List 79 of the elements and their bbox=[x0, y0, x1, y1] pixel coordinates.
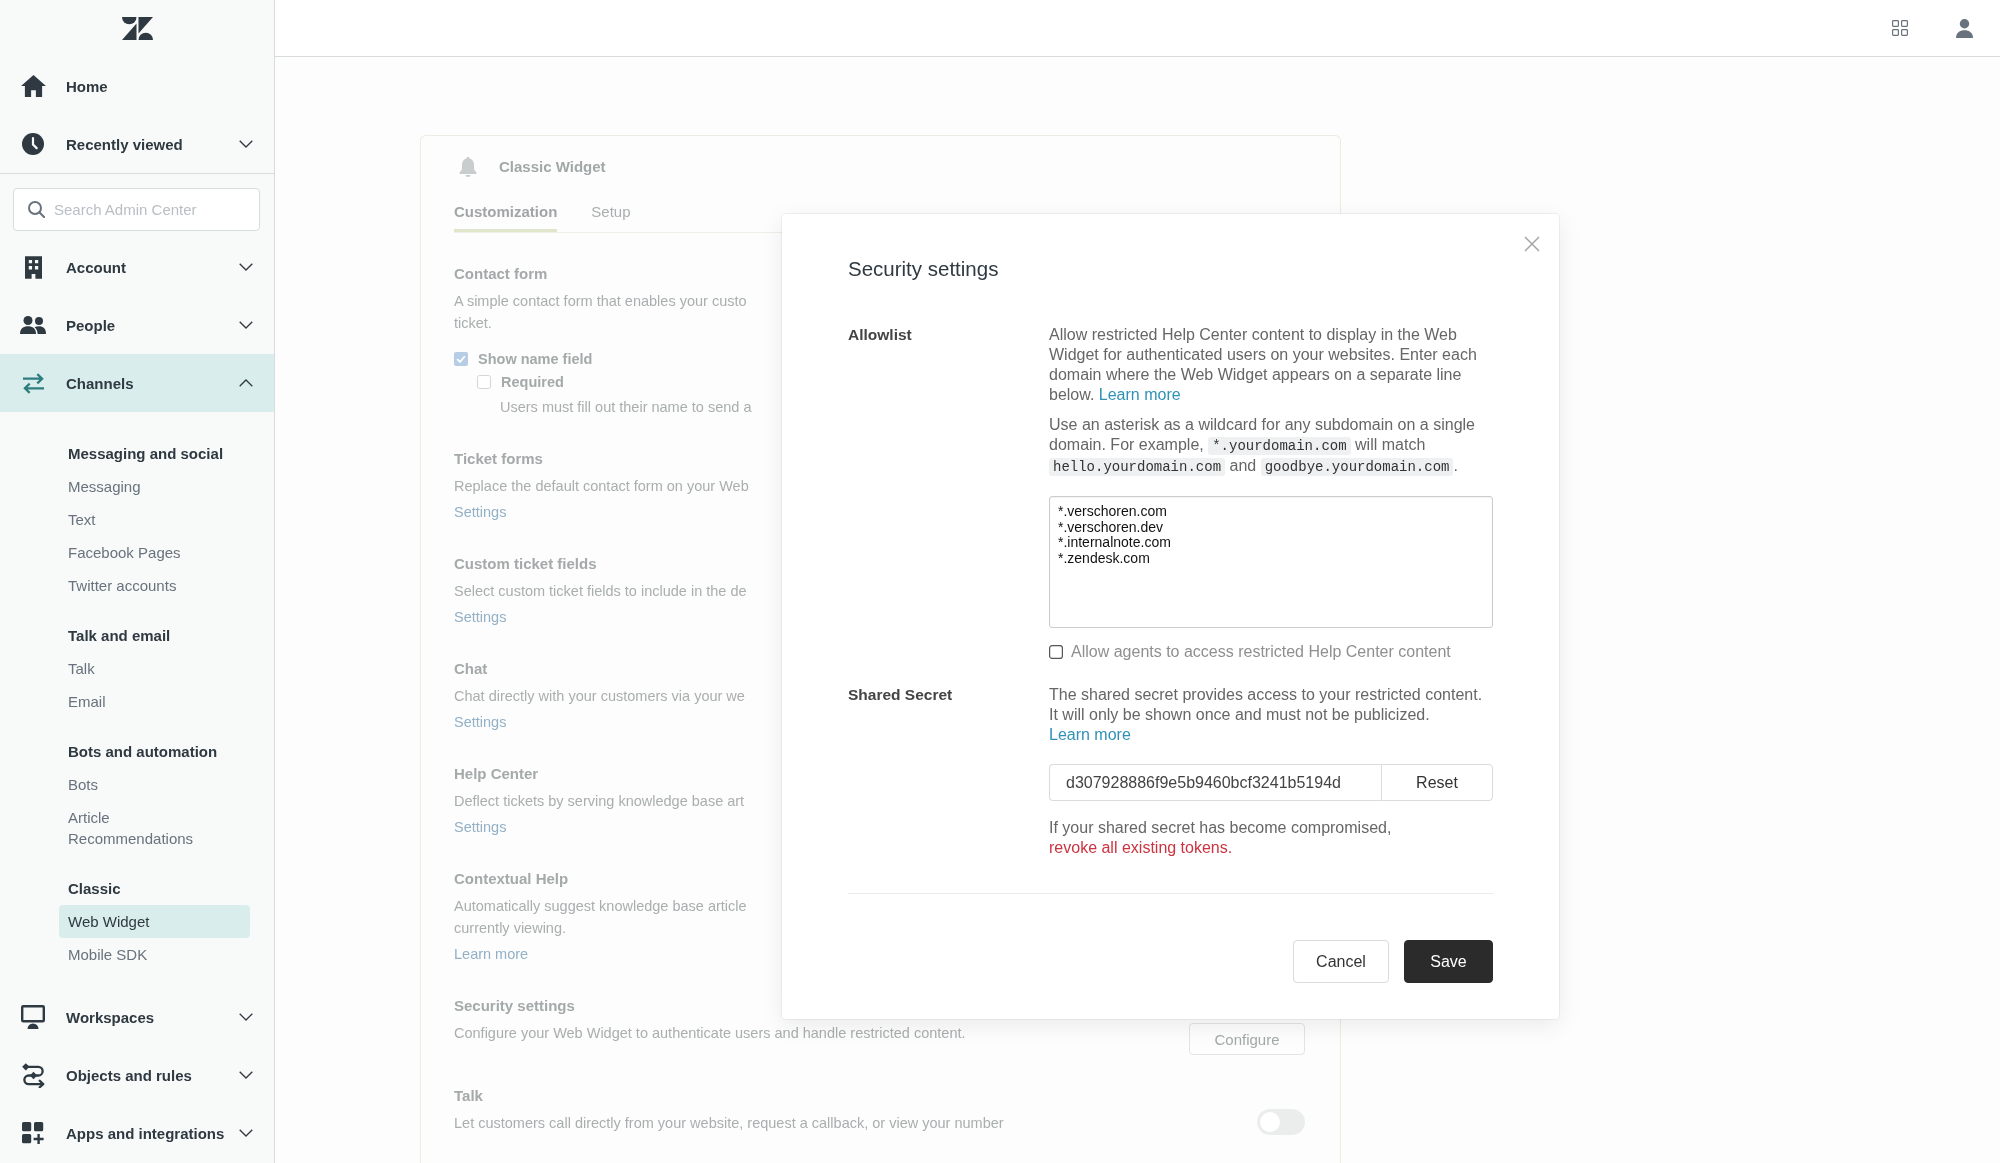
warning-text: If your shared secret has become compromised, revoke all existing tokens. bbox=[1049, 818, 1393, 858]
nav-item[interactable]: Recently viewed bbox=[0, 115, 274, 173]
cancel-button[interactable]: Cancel bbox=[1293, 940, 1389, 983]
nav-group-title: Talk and email bbox=[67, 626, 172, 646]
section-label: Shared Secret bbox=[848, 685, 953, 705]
arrows-icon bbox=[21, 372, 45, 394]
nav-subitem[interactable]: Email bbox=[59, 685, 250, 718]
section-title: Contact form bbox=[454, 264, 549, 284]
people-icon bbox=[20, 316, 46, 334]
reset-button[interactable]: Reset bbox=[1381, 764, 1493, 801]
help-text: Use an asterisk as a wildcard for any subdomain on a single domain. For example, *.yourdomain.com will match hello.yourdomain.com and goodbye.yourdomain.com . bbox=[1049, 415, 1476, 477]
checked-checkbox[interactable] bbox=[454, 352, 468, 366]
section-title: Custom ticket fields bbox=[454, 554, 598, 574]
help-text: Allow restricted Help Center content to display in the Web Widget for authenticated users on your websites. Enter each domain where the Web Widget appears on a separate line below. Learn more bbox=[1049, 325, 1478, 405]
section-title: Talk bbox=[454, 1086, 484, 1106]
secret-field[interactable]: d307928886f9e5b9460bcf3241b5194d bbox=[1049, 764, 1381, 801]
nav-item[interactable]: Apps and integrations bbox=[0, 1104, 274, 1162]
nav-subitem[interactable]: Bots bbox=[59, 768, 250, 801]
search-field[interactable]: Search Admin Center bbox=[13, 188, 260, 231]
section-description: Automatically suggest knowledge base article bbox=[454, 897, 747, 916]
section-description: Replace the default contact form on your Web bbox=[454, 477, 749, 496]
nav-item[interactable]: Account bbox=[0, 238, 274, 296]
nav-subitem[interactable]: Article Recommendations bbox=[59, 801, 250, 855]
nav-item[interactable]: Workspaces bbox=[0, 988, 274, 1046]
nav-group-title: Messaging and social bbox=[67, 444, 225, 464]
hint-text: Users must fill out their name to send a bbox=[499, 398, 752, 417]
section-description: ticket. bbox=[454, 314, 493, 333]
nav-item[interactable]: Channels bbox=[0, 354, 274, 412]
section-description: A simple contact form that enables your custo bbox=[454, 292, 748, 311]
close-button[interactable] bbox=[1524, 236, 1540, 252]
section-description: Select custom ticket fields to include in the de bbox=[454, 582, 747, 601]
checkbox[interactable] bbox=[1049, 645, 1063, 659]
clock-icon bbox=[22, 133, 44, 155]
grid-icon[interactable] bbox=[1892, 20, 1908, 36]
section-description: Configure your Web Widget to authenticate users and handle restricted content. bbox=[454, 1024, 966, 1043]
section-description: Chat directly with your customers via your we bbox=[454, 687, 745, 706]
nav-group-title: Classic bbox=[67, 879, 122, 899]
logo-icon[interactable] bbox=[121, 17, 153, 40]
nav-subitem[interactable]: Web Widget bbox=[59, 905, 250, 938]
revoke-tokens-link[interactable]: revoke all existing tokens. bbox=[1049, 839, 1233, 856]
domains-field[interactable]: *.verschoren.com *.verschoren.dev *.internalnote.com *.zendesk.com bbox=[1049, 496, 1493, 628]
section-description: Deflect tickets by serving knowledge base art bbox=[454, 792, 745, 811]
section-title: Chat bbox=[454, 659, 489, 679]
checkbox-label: Required bbox=[501, 373, 564, 392]
section-description: Let customers call directly from your website, request a callback, or view your number bbox=[454, 1114, 1004, 1133]
nav-subitem[interactable]: Mobile SDK bbox=[59, 938, 250, 971]
search-icon bbox=[28, 201, 45, 218]
nav-subitem[interactable]: Twitter accounts bbox=[59, 569, 250, 602]
nav-subitem[interactable]: Talk bbox=[59, 652, 250, 685]
page-title: Classic Widget bbox=[499, 157, 606, 177]
learn-more-link[interactable]: Learn more bbox=[1098, 386, 1181, 403]
checkbox-label: Show name field bbox=[478, 350, 593, 369]
section-title: Contextual Help bbox=[454, 869, 570, 889]
nav-item[interactable]: People bbox=[0, 296, 274, 354]
section-title: Security settings bbox=[454, 996, 576, 1016]
nav-item[interactable]: Home bbox=[0, 57, 274, 115]
nav-subitem[interactable]: Text bbox=[59, 503, 250, 536]
grid-plus-icon bbox=[22, 1122, 44, 1144]
section-label: Allowlist bbox=[848, 325, 912, 345]
monitor-icon bbox=[21, 1005, 45, 1029]
nav-subitem[interactable]: Messaging bbox=[59, 470, 250, 503]
help-text: The shared secret provides access to your restricted content. It will only be shown once and must not be publicized. Learn more bbox=[1049, 685, 1484, 745]
building-icon bbox=[24, 255, 42, 279]
dialog-title: Security settings bbox=[848, 257, 1000, 281]
close-icon bbox=[1524, 236, 1540, 252]
nav-subitem[interactable]: Facebook Pages bbox=[59, 536, 250, 569]
checkbox-label: Allow agents to access restricted Help Center content bbox=[1071, 642, 1451, 662]
tab[interactable]: Customization bbox=[454, 201, 558, 232]
home-icon bbox=[20, 75, 46, 97]
learn-more-link[interactable]: Learn more bbox=[1049, 726, 1131, 743]
nav-group-title: Bots and automation bbox=[67, 742, 219, 762]
user-icon[interactable] bbox=[1956, 18, 1973, 38]
save-button[interactable]: Save bbox=[1404, 940, 1493, 983]
nav-item[interactable]: Objects and rules bbox=[0, 1046, 274, 1104]
section-title: Help Center bbox=[454, 764, 540, 784]
bell-icon bbox=[458, 157, 478, 177]
flow-arrows-icon bbox=[20, 1062, 46, 1088]
section-description: currently viewing. bbox=[454, 919, 567, 938]
section-title: Ticket forms bbox=[454, 449, 544, 469]
